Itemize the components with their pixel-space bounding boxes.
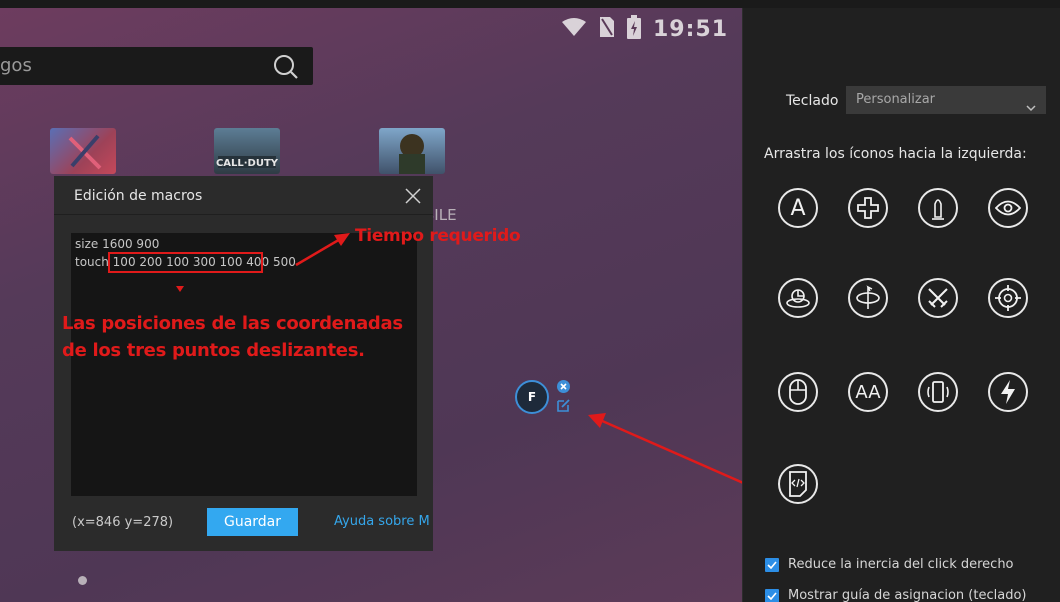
double-a-icon[interactable]: AA [848, 372, 888, 412]
rotate-view-icon[interactable] [778, 278, 818, 318]
status-bar: 19:51 [561, 14, 728, 44]
search-text: gos [0, 55, 32, 76]
search-icon[interactable] [273, 54, 299, 84]
checkbox-reduce-inertia[interactable]: Reduce la inercia del click derecho [765, 557, 1014, 572]
dialog-title: Edición de macros [74, 188, 203, 204]
checkbox-checked-icon[interactable] [765, 557, 779, 572]
letter-a-text: A [790, 195, 806, 221]
close-icon[interactable] [403, 186, 423, 206]
search-bar[interactable]: gos [0, 47, 313, 85]
clock: 19:51 [652, 16, 728, 42]
delete-icon[interactable] [557, 378, 570, 393]
rotate-icon[interactable] [848, 278, 888, 318]
phone-shake-icon[interactable] [918, 372, 958, 412]
emulator-screen: 19:51 gos CALL·DUTY BILE Edición de macr… [0, 0, 742, 602]
dpad-icon[interactable] [848, 188, 888, 228]
keymap-side-panel: Teclado Personalizar Arrastra los íconos… [742, 8, 1060, 602]
window-top-strip [0, 0, 1060, 8]
macro-script-editor[interactable]: size 1600 900 touch 100 200 100 300 100 … [71, 233, 417, 496]
letter-a-icon[interactable]: A [778, 188, 818, 228]
mouse-icon[interactable] [778, 372, 818, 412]
keyboard-preset-value: Personalizar [856, 92, 936, 107]
app-icon-call-of-duty[interactable]: CALL·DUTY [214, 128, 280, 174]
bullet-icon[interactable] [918, 188, 958, 228]
cursor-coordinates: (x=846 y=278) [72, 515, 174, 530]
annotation-time-required: Tiempo requerido [355, 226, 521, 246]
annotation-positions: Las posiciones de las coordenadas de los… [62, 310, 403, 364]
page-indicator-dot [78, 576, 87, 585]
edit-icon[interactable] [556, 398, 571, 413]
highlight-box [108, 252, 263, 273]
wifi-icon [561, 17, 587, 41]
save-button[interactable]: Guardar [207, 508, 298, 536]
battery-charging-icon [626, 15, 641, 43]
checkbox-label: Mostrar guía de asignacion (teclado) [788, 588, 1027, 602]
lightning-icon[interactable] [988, 372, 1028, 412]
checkbox-checked-icon[interactable] [765, 588, 779, 602]
annotation-line: Las posiciones de las coordenadas [62, 313, 403, 334]
checkbox-show-guide[interactable]: Mostrar guía de asignacion (teclado) [765, 588, 1026, 602]
crosshair-icon[interactable] [988, 278, 1028, 318]
macro-script-icon[interactable] [778, 464, 818, 504]
crossed-swords-icon[interactable] [918, 278, 958, 318]
script-line: size 1600 900 [75, 237, 160, 251]
keyboard-label: Teclado [786, 93, 839, 109]
help-link[interactable]: Ayuda sobre M [334, 514, 430, 529]
chevron-down-icon [1026, 95, 1036, 123]
eye-icon[interactable] [988, 188, 1028, 228]
pointer-arrow-down-icon [176, 277, 184, 296]
drag-hint: Arrastra los íconos hacia la izquierda: [764, 146, 1027, 162]
svg-text:CALL·DUTY: CALL·DUTY [216, 158, 279, 169]
keyboard-preset-select[interactable]: Personalizar [846, 86, 1046, 114]
dialog-divider [54, 214, 433, 215]
app-icon-game-1[interactable] [50, 128, 116, 174]
no-sim-icon [599, 16, 615, 42]
annotation-line: de los tres puntos deslizantes. [62, 340, 365, 361]
checkbox-label: Reduce la inercia del click derecho [788, 557, 1014, 572]
double-a-text: AA [855, 381, 881, 403]
key-mapping-marker[interactable]: F [515, 380, 549, 414]
app-icon-pubg[interactable] [379, 128, 445, 174]
